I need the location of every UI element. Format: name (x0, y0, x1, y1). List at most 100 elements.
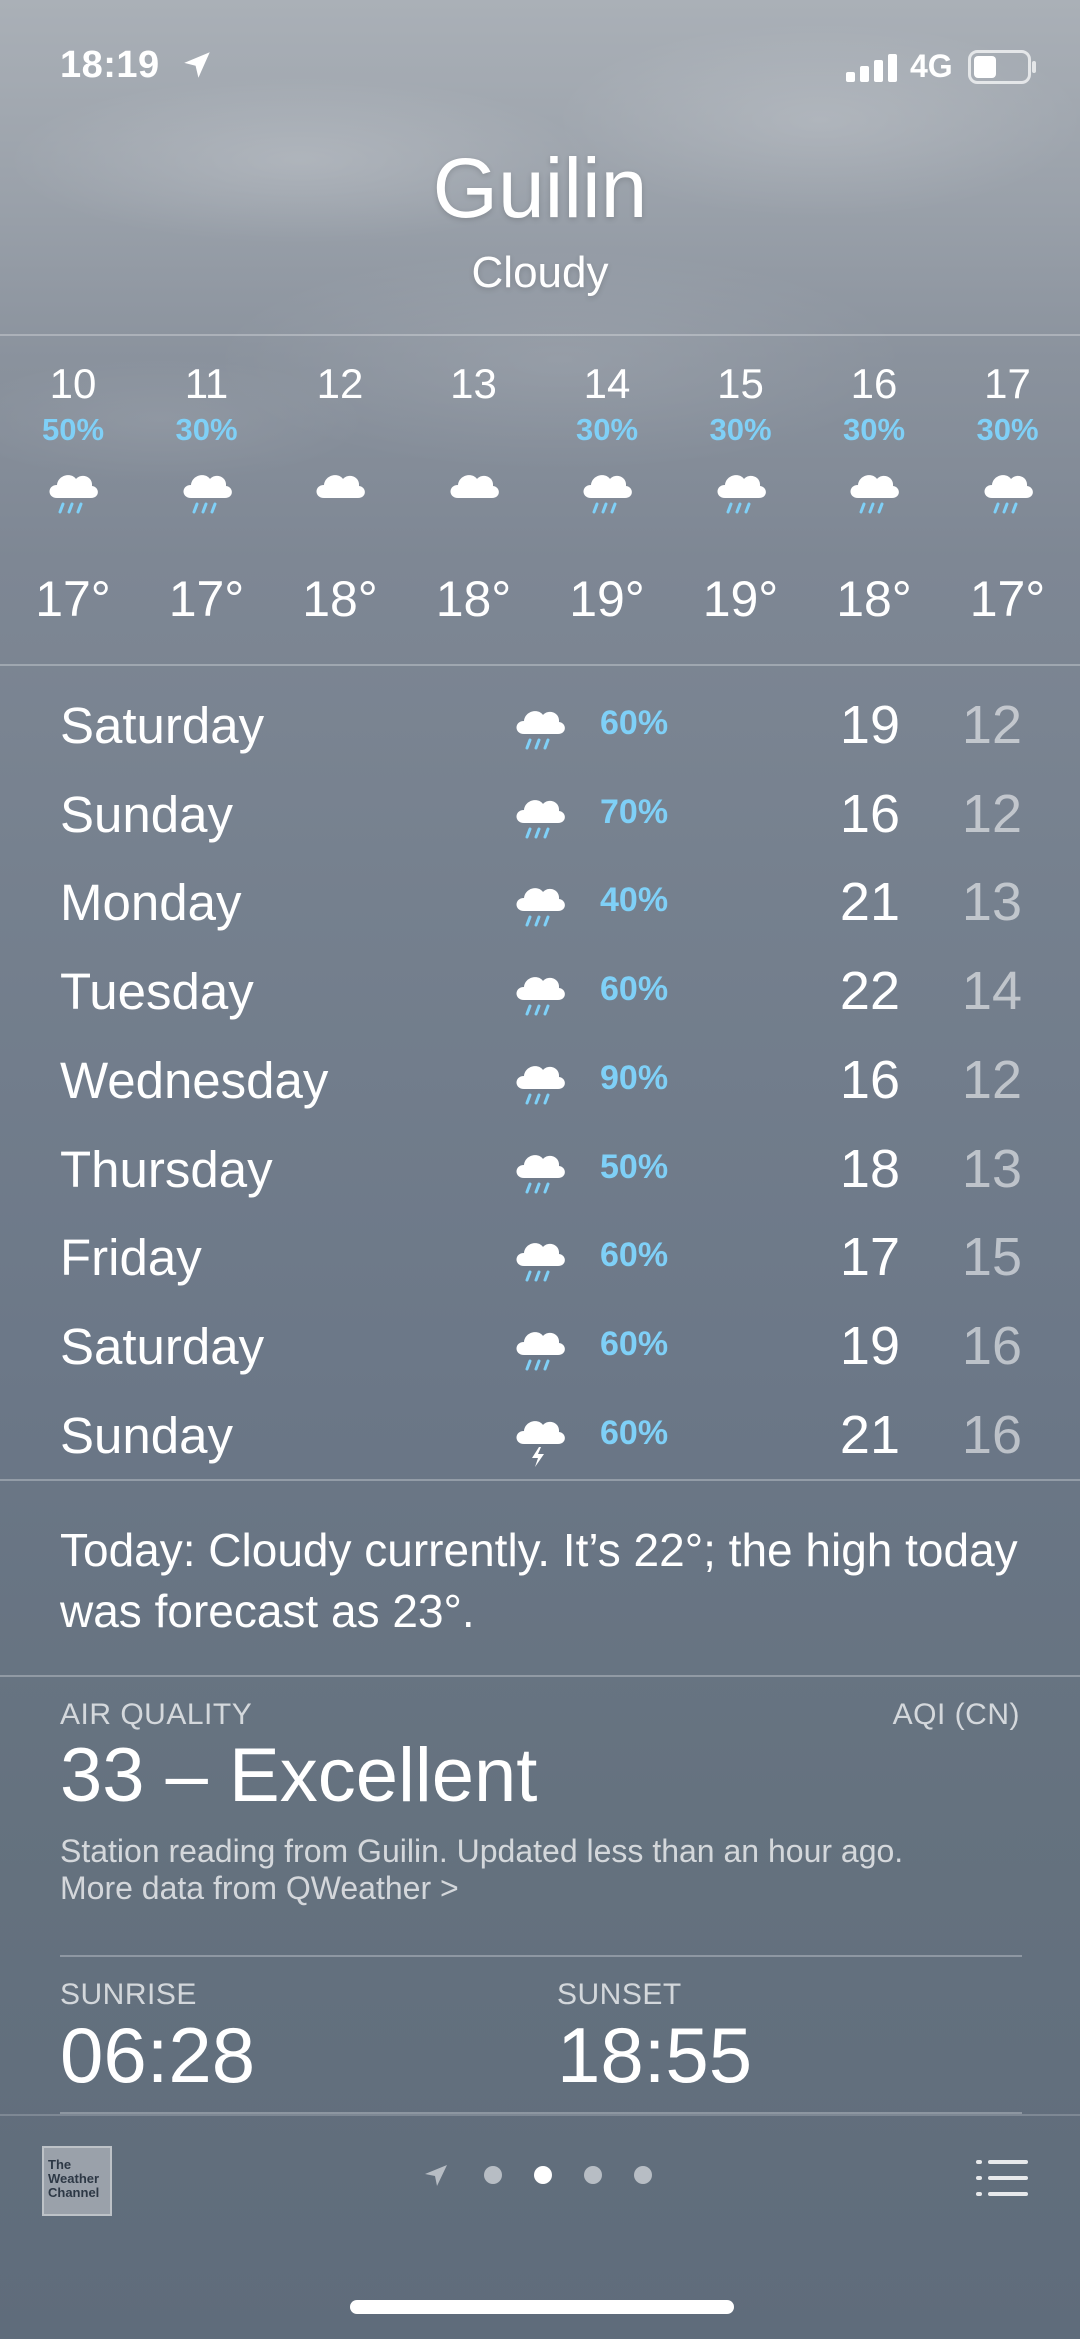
daily-row: Saturday 60% 19 16 (0, 1301, 1080, 1390)
cloud-rain-icon (516, 711, 565, 750)
air-quality-label: AIR QUALITY (60, 1698, 253, 1731)
day-high-temp: 19 (839, 1315, 900, 1376)
day-low-temp: 12 (961, 695, 1022, 755)
hour-temperature: 19° (569, 571, 645, 627)
hour-label: 16 (850, 360, 898, 407)
day-low-temp: 12 (961, 1049, 1022, 1110)
day-low-temp: 14 (961, 961, 1022, 1022)
day-high-temp: 21 (839, 1404, 900, 1465)
divider (0, 664, 1080, 666)
day-high-temp: 16 (839, 1049, 900, 1110)
hour-label: 10 (49, 360, 97, 407)
hour-temperature: 17° (35, 571, 111, 627)
divider (0, 1675, 1080, 1677)
hour-precip-chance (273, 412, 407, 456)
daily-row: Saturday 60% 19 12 (0, 680, 1080, 769)
location-page-icon (425, 2165, 447, 2186)
day-precip-chance: 60% (600, 704, 669, 742)
hour-column: 15 30% 19° (674, 360, 808, 627)
cloud-rain-icon (516, 1332, 565, 1371)
day-precip-chance: 40% (600, 881, 669, 920)
day-high-temp: 19 (839, 695, 900, 755)
daily-row: Sunday 60% 21 16 (0, 1390, 1080, 1479)
air-quality-scale: AQI (CN) (892, 1698, 1020, 1731)
hourly-forecast[interactable]: 10 50% 17° 11 30% 17° 12 18° 13 18° 14 30% 19° 15 30% 1… (0, 0, 1080, 666)
divider (0, 2114, 1080, 2116)
hour-label: 13 (450, 360, 497, 407)
cloud-rain-icon (583, 475, 632, 514)
day-low-temp: 16 (961, 1315, 1022, 1376)
daily-row: Wednesday 90% 16 12 (0, 1035, 1080, 1124)
hour-precip-chance: 30% (842, 412, 906, 447)
day-precip-chance: 60% (600, 1236, 669, 1275)
page-dot (584, 2166, 602, 2184)
hour-label: 17 (984, 360, 1031, 407)
hour-precip-chance (407, 412, 541, 456)
hour-column: 11 30% 17° (140, 360, 274, 627)
hour-precip-chance: 30% (175, 412, 238, 447)
cloud-thunder-icon (516, 1420, 565, 1467)
cloud-rain-icon (516, 1154, 565, 1193)
page-dot-active (534, 2166, 552, 2184)
today-summary: Today: Cloudy currently. It’s 22°; the h… (60, 1524, 1018, 1637)
hour-label: 15 (717, 360, 764, 407)
day-low-temp: 15 (961, 1227, 1022, 1288)
day-high-temp: 17 (839, 1227, 900, 1288)
day-low-temp: 12 (961, 783, 1022, 844)
day-low-temp: 13 (961, 872, 1022, 933)
sunrise-time: 06:28 (60, 2011, 256, 2099)
sunset-label: SUNSET (557, 1978, 682, 2011)
daily-row: Tuesday 60% 22 14 (0, 946, 1080, 1035)
day-low-temp: 13 (961, 1138, 1022, 1199)
day-precip-chance: 70% (600, 792, 669, 831)
page-dot (634, 2166, 652, 2184)
hour-label: 12 (316, 360, 364, 407)
hour-temperature: 18° (435, 571, 512, 627)
day-name: Tuesday (60, 963, 254, 1021)
day-name: Thursday (60, 1140, 273, 1198)
hour-column: 10 50% 17° (6, 360, 140, 627)
day-name: Sunday (60, 1406, 233, 1464)
daily-row: Sunday 70% 16 12 (0, 769, 1080, 858)
hour-temperature: 17° (168, 571, 245, 627)
qweather-link[interactable]: More data from QWeather > (60, 1870, 459, 1907)
hour-precip-chance: 50% (41, 412, 105, 447)
hour-column: 13 18° (407, 360, 541, 627)
hour-precip-chance: 30% (709, 412, 772, 447)
cloud-rain-icon (516, 1243, 565, 1282)
sunset-time: 18:55 (557, 2011, 753, 2099)
cloud-icon (450, 475, 499, 498)
cloud-rain-icon (516, 1065, 565, 1105)
page-dot (484, 2166, 502, 2184)
hour-temperature: 18° (836, 571, 912, 627)
hour-temperature: 18° (302, 571, 378, 627)
hour-precip-chance: 30% (575, 412, 639, 447)
hour-label: 14 (583, 360, 631, 407)
cloud-rain-icon (516, 799, 565, 839)
page-indicator[interactable] (420, 2160, 660, 2190)
hour-column: 12 18° (273, 360, 407, 627)
day-name: Wednesday (60, 1051, 329, 1109)
cloud-rain-icon (850, 475, 899, 514)
day-name: Saturday (60, 697, 265, 754)
list-icon[interactable] (976, 2158, 1028, 2198)
home-indicator[interactable] (350, 2300, 734, 2314)
cloud-rain-icon (516, 977, 565, 1016)
day-precip-chance: 60% (600, 1413, 669, 1452)
day-name: Friday (60, 1229, 202, 1287)
day-precip-chance: 50% (600, 1147, 669, 1186)
hour-temperature: 19° (702, 571, 779, 627)
weather-channel-logo[interactable]: The Weather Channel (42, 2146, 112, 2216)
day-name: Sunday (60, 785, 233, 843)
cloud-rain-icon (516, 888, 565, 927)
cloud-rain-icon (717, 475, 766, 514)
day-name: Saturday (60, 1317, 265, 1375)
day-high-temp: 16 (839, 783, 900, 844)
hour-column: 14 30% 19° (540, 360, 674, 627)
hour-column: 16 30% 18° (807, 360, 941, 627)
day-precip-chance: 60% (600, 970, 669, 1009)
cloud-rain-icon (183, 475, 232, 514)
hour-temperature: 17° (969, 571, 1046, 627)
air-quality-description: Station reading from Guilin. Updated les… (60, 1833, 904, 1869)
cloud-icon (316, 475, 365, 498)
